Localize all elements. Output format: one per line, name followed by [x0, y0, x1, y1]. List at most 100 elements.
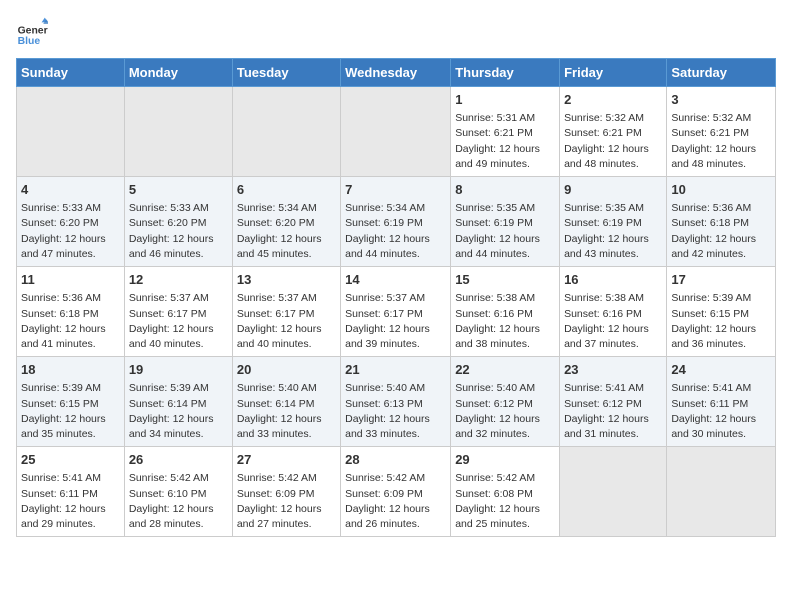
calendar-cell: 5 Sunrise: 5:33 AM Sunset: 6:20 PM Daylig… [124, 177, 232, 267]
calendar-cell: 8 Sunrise: 5:35 AM Sunset: 6:19 PM Daylig… [451, 177, 560, 267]
calendar-cell: 23 Sunrise: 5:41 AM Sunset: 6:12 PM Dayli… [560, 357, 667, 447]
day-content: Sunrise: 5:34 AM Sunset: 6:19 PM Dayligh… [345, 201, 446, 262]
day-number: 23 [564, 361, 662, 379]
weekday-header-sunday: Sunday [17, 59, 125, 87]
calendar-week-1: 1 Sunrise: 5:31 AM Sunset: 6:21 PM Daylig… [17, 87, 776, 177]
day-number: 3 [671, 91, 771, 109]
calendar-body: 1 Sunrise: 5:31 AM Sunset: 6:21 PM Daylig… [17, 87, 776, 537]
calendar-cell: 6Sunrise: 5:34 AM Sunset: 6:20 PM Daylig… [232, 177, 340, 267]
weekday-header-friday: Friday [560, 59, 667, 87]
day-content: Sunrise: 5:31 AM Sunset: 6:21 PM Dayligh… [455, 111, 555, 172]
day-number: 24 [671, 361, 771, 379]
calendar-week-3: 11 Sunrise: 5:36 AM Sunset: 6:18 PM Dayli… [17, 267, 776, 357]
calendar-table: SundayMondayTuesdayWednesdayThursdayFrid… [16, 58, 776, 537]
day-content: Sunrise: 5:32 AM Sunset: 6:21 PM Dayligh… [671, 111, 771, 172]
calendar-week-4: 18 Sunrise: 5:39 AM Sunset: 6:15 PM Dayli… [17, 357, 776, 447]
day-content: Sunrise: 5:40 AM Sunset: 6:12 PM Dayligh… [455, 381, 555, 442]
calendar-cell [232, 87, 340, 177]
calendar-cell: 19 Sunrise: 5:39 AM Sunset: 6:14 PM Dayli… [124, 357, 232, 447]
day-number: 1 [455, 91, 555, 109]
calendar-cell: 29Sunrise: 5:42 AM Sunset: 6:08 PM Dayli… [451, 447, 560, 537]
day-number: 28 [345, 451, 446, 469]
day-content: Sunrise: 5:32 AM Sunset: 6:21 PM Dayligh… [564, 111, 662, 172]
day-content: Sunrise: 5:42 AM Sunset: 6:10 PM Dayligh… [129, 471, 228, 532]
calendar-cell: 21 Sunrise: 5:40 AM Sunset: 6:13 PM Dayli… [341, 357, 451, 447]
day-content: Sunrise: 5:41 AM Sunset: 6:11 PM Dayligh… [671, 381, 771, 442]
day-content: Sunrise: 5:37 AM Sunset: 6:17 PM Dayligh… [129, 291, 228, 352]
calendar-cell: 27 Sunrise: 5:42 AM Sunset: 6:09 PM Dayli… [232, 447, 340, 537]
day-number: 17 [671, 271, 771, 289]
calendar-cell: 24 Sunrise: 5:41 AM Sunset: 6:11 PM Dayli… [667, 357, 776, 447]
calendar-cell: 22 Sunrise: 5:40 AM Sunset: 6:12 PM Dayli… [451, 357, 560, 447]
logo: General Blue [16, 16, 52, 48]
weekday-header-monday: Monday [124, 59, 232, 87]
day-content: Sunrise: 5:40 AM Sunset: 6:14 PM Dayligh… [237, 381, 336, 442]
day-number: 22 [455, 361, 555, 379]
day-content: Sunrise: 5:42 AM Sunset: 6:09 PM Dayligh… [345, 471, 446, 532]
calendar-cell: 7 Sunrise: 5:34 AM Sunset: 6:19 PM Daylig… [341, 177, 451, 267]
calendar-cell: 28 Sunrise: 5:42 AM Sunset: 6:09 PM Dayli… [341, 447, 451, 537]
day-content: Sunrise: 5:38 AM Sunset: 6:16 PM Dayligh… [455, 291, 555, 352]
day-number: 2 [564, 91, 662, 109]
day-content: Sunrise: 5:40 AM Sunset: 6:13 PM Dayligh… [345, 381, 446, 442]
calendar-cell [341, 87, 451, 177]
weekday-header-row: SundayMondayTuesdayWednesdayThursdayFrid… [17, 59, 776, 87]
calendar-cell: 17Sunrise: 5:39 AM Sunset: 6:15 PM Dayli… [667, 267, 776, 357]
day-number: 27 [237, 451, 336, 469]
day-number: 19 [129, 361, 228, 379]
day-content: Sunrise: 5:36 AM Sunset: 6:18 PM Dayligh… [671, 201, 771, 262]
day-content: Sunrise: 5:37 AM Sunset: 6:17 PM Dayligh… [345, 291, 446, 352]
day-content: Sunrise: 5:39 AM Sunset: 6:15 PM Dayligh… [21, 381, 120, 442]
calendar-cell: 2 Sunrise: 5:32 AM Sunset: 6:21 PM Daylig… [560, 87, 667, 177]
day-number: 12 [129, 271, 228, 289]
weekday-header-saturday: Saturday [667, 59, 776, 87]
calendar-cell: 26 Sunrise: 5:42 AM Sunset: 6:10 PM Dayli… [124, 447, 232, 537]
day-number: 8 [455, 181, 555, 199]
calendar-cell: 1 Sunrise: 5:31 AM Sunset: 6:21 PM Daylig… [451, 87, 560, 177]
day-number: 10 [671, 181, 771, 199]
calendar-cell: 14Sunrise: 5:37 AM Sunset: 6:17 PM Dayli… [341, 267, 451, 357]
calendar-header: SundayMondayTuesdayWednesdayThursdayFrid… [17, 59, 776, 87]
day-number: 13 [237, 271, 336, 289]
calendar-cell [17, 87, 125, 177]
day-content: Sunrise: 5:33 AM Sunset: 6:20 PM Dayligh… [129, 201, 228, 262]
day-number: 26 [129, 451, 228, 469]
svg-text:Blue: Blue [18, 36, 41, 47]
day-content: Sunrise: 5:42 AM Sunset: 6:08 PM Dayligh… [455, 471, 555, 532]
page-header: General Blue [16, 16, 776, 48]
day-number: 25 [21, 451, 120, 469]
day-number: 15 [455, 271, 555, 289]
day-number: 5 [129, 181, 228, 199]
calendar-cell: 3 Sunrise: 5:32 AM Sunset: 6:21 PM Daylig… [667, 87, 776, 177]
calendar-cell: 20 Sunrise: 5:40 AM Sunset: 6:14 PM Dayli… [232, 357, 340, 447]
calendar-cell: 13 Sunrise: 5:37 AM Sunset: 6:17 PM Dayli… [232, 267, 340, 357]
day-content: Sunrise: 5:39 AM Sunset: 6:14 PM Dayligh… [129, 381, 228, 442]
day-content: Sunrise: 5:35 AM Sunset: 6:19 PM Dayligh… [455, 201, 555, 262]
calendar-cell: 15 Sunrise: 5:38 AM Sunset: 6:16 PM Dayli… [451, 267, 560, 357]
day-number: 11 [21, 271, 120, 289]
day-number: 21 [345, 361, 446, 379]
calendar-cell [560, 447, 667, 537]
svg-text:General: General [18, 26, 48, 37]
day-number: 4 [21, 181, 120, 199]
calendar-cell: 18 Sunrise: 5:39 AM Sunset: 6:15 PM Dayli… [17, 357, 125, 447]
day-content: Sunrise: 5:35 AM Sunset: 6:19 PM Dayligh… [564, 201, 662, 262]
day-content: Sunrise: 5:41 AM Sunset: 6:11 PM Dayligh… [21, 471, 120, 532]
day-number: 18 [21, 361, 120, 379]
day-number: 7 [345, 181, 446, 199]
calendar-cell: 10 Sunrise: 5:36 AM Sunset: 6:18 PM Dayli… [667, 177, 776, 267]
logo-icon: General Blue [16, 16, 48, 48]
day-content: Sunrise: 5:42 AM Sunset: 6:09 PM Dayligh… [237, 471, 336, 532]
day-content: Sunrise: 5:36 AM Sunset: 6:18 PM Dayligh… [21, 291, 120, 352]
calendar-week-5: 25 Sunrise: 5:41 AM Sunset: 6:11 PM Dayli… [17, 447, 776, 537]
day-content: Sunrise: 5:37 AM Sunset: 6:17 PM Dayligh… [237, 291, 336, 352]
day-content: Sunrise: 5:41 AM Sunset: 6:12 PM Dayligh… [564, 381, 662, 442]
day-content: Sunrise: 5:34 AM Sunset: 6:20 PM Dayligh… [237, 201, 336, 262]
calendar-cell: 16Sunrise: 5:38 AM Sunset: 6:16 PM Dayli… [560, 267, 667, 357]
day-number: 20 [237, 361, 336, 379]
calendar-cell [124, 87, 232, 177]
calendar-cell [667, 447, 776, 537]
day-content: Sunrise: 5:38 AM Sunset: 6:16 PM Dayligh… [564, 291, 662, 352]
weekday-header-wednesday: Wednesday [341, 59, 451, 87]
calendar-week-2: 4 Sunrise: 5:33 AM Sunset: 6:20 PM Daylig… [17, 177, 776, 267]
